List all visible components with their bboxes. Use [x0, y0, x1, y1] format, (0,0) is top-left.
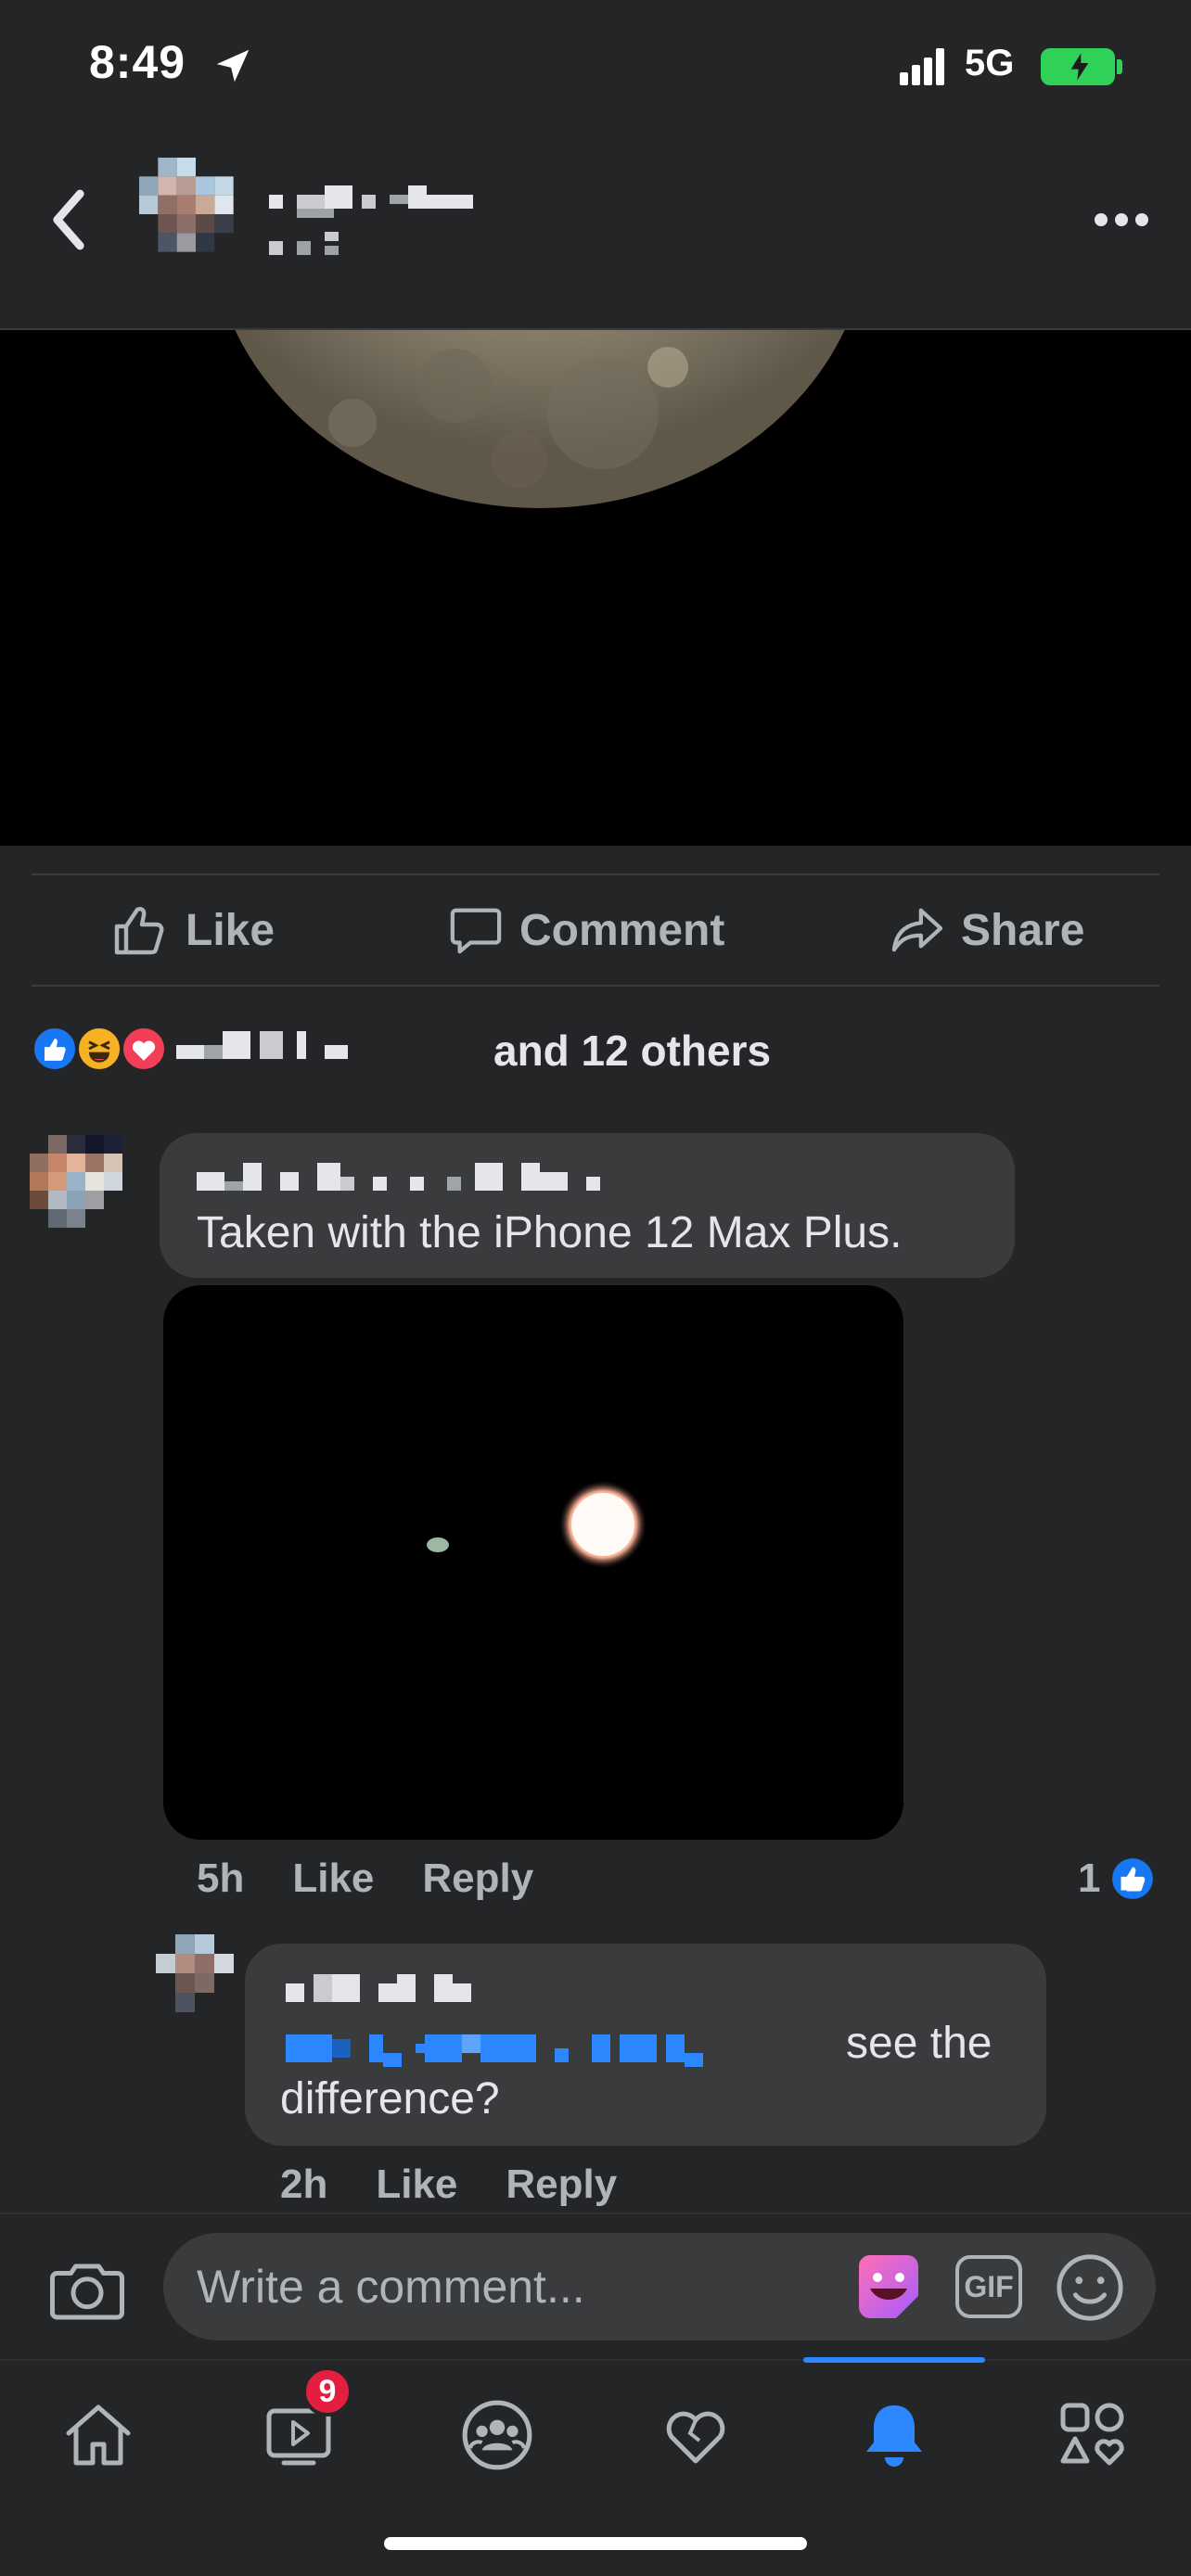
moon-night-photo — [427, 1480, 647, 1569]
post-action-bar: Like Comment Share — [32, 874, 1159, 987]
home-indicator[interactable] — [384, 2537, 807, 2550]
like-reaction-icon — [1110, 1856, 1156, 1901]
active-tab-indicator — [803, 2357, 985, 2363]
battery-cap — [1117, 59, 1122, 74]
comment-1-reply-button[interactable]: Reply — [422, 1855, 533, 1902]
gif-button[interactable]: GIF — [955, 2255, 1022, 2318]
comment-2-meta: 2h Like Reply — [280, 2159, 617, 2211]
network-label: 5G — [965, 43, 1015, 83]
facebook-post-comments-screen: 8:49 5G Like Comment Share and 12 others… — [0, 0, 1191, 2576]
post-header — [0, 139, 1191, 330]
like-reaction-icon — [32, 1026, 78, 1072]
poster-avatar-pixelated[interactable] — [139, 158, 252, 271]
comment-1-time: 5h — [197, 1855, 245, 1901]
comment-bubble-icon — [450, 908, 502, 954]
comment-label: Comment — [519, 905, 725, 955]
comment-1-like-count[interactable]: 1 — [1078, 1853, 1156, 1905]
location-arrow-icon — [216, 49, 250, 83]
comment-composer: GIF — [0, 2213, 1191, 2359]
reply-author-pixelated — [286, 1974, 471, 2002]
reactions-count-text: and 12 others — [493, 1027, 772, 1075]
comment-bubble-2[interactable]: see the difference? — [245, 1944, 1046, 2146]
like-label: Like — [186, 905, 275, 955]
menu-icon — [1060, 2403, 1124, 2466]
status-bar: 8:49 5G — [0, 0, 1191, 139]
reply-text-line2: difference? — [280, 2074, 500, 2123]
video-notification-badge: 9 — [302, 2366, 352, 2417]
avatar-sticker-icon[interactable] — [852, 2251, 926, 2326]
comment-text-1: Taken with the iPhone 12 Max Plus. — [197, 1208, 903, 1257]
share-arrow-icon — [891, 908, 943, 952]
commenter-avatar-pixelated[interactable] — [30, 1131, 141, 1250]
like-button[interactable]: Like — [113, 875, 275, 985]
chevron-left-icon[interactable] — [41, 187, 96, 252]
more-options-button[interactable] — [1095, 206, 1159, 234]
emoji-smiley-icon[interactable] — [1054, 2251, 1126, 2324]
reactor-names-pixelated — [176, 1031, 348, 1059]
tab-groups[interactable] — [432, 2379, 562, 2491]
mentioned-user-pixelated — [286, 2034, 703, 2067]
tab-dating[interactable] — [631, 2379, 761, 2491]
post-photo-moon[interactable] — [0, 330, 1191, 846]
tab-home[interactable] — [33, 2379, 163, 2491]
comment-author-pixelated — [197, 1163, 600, 1191]
moon-image — [235, 330, 845, 508]
share-label: Share — [961, 905, 1085, 955]
comment-bubble-1[interactable]: Taken with the iPhone 12 Max Plus. — [160, 1133, 1015, 1278]
status-time: 8:49 — [89, 36, 186, 88]
comment-1-like-button[interactable]: Like — [292, 1855, 374, 1902]
tab-notifications[interactable] — [829, 2379, 959, 2491]
groups-icon — [462, 2400, 532, 2470]
signal-icon — [900, 48, 944, 85]
comment-1-like-count-value: 1 — [1078, 1855, 1101, 1901]
reply-author-avatar-pixelated[interactable] — [156, 1934, 234, 2012]
comment-2-like-button[interactable]: Like — [376, 2162, 457, 2208]
share-button[interactable]: Share — [890, 875, 1084, 985]
love-reaction-icon — [121, 1026, 167, 1072]
notifications-bell-icon — [866, 2405, 922, 2467]
home-icon — [66, 2404, 131, 2466]
camera-icon[interactable] — [50, 2257, 124, 2322]
haha-reaction-icon — [76, 1026, 122, 1072]
poster-name-pixelated[interactable] — [269, 185, 584, 287]
comment-button[interactable]: Comment — [449, 875, 724, 985]
comment-photo-moon[interactable] — [163, 1285, 903, 1840]
tab-menu[interactable] — [1028, 2379, 1158, 2491]
thumbs-up-icon — [114, 907, 164, 955]
comment-2-reply-button[interactable]: Reply — [506, 2162, 617, 2208]
comment-1-meta: 5h Like Reply — [197, 1853, 533, 1905]
dating-heart-icon — [666, 2411, 725, 2464]
reply-text-line1: see the — [846, 2019, 992, 2068]
battery-charging-icon — [1041, 48, 1115, 85]
comment-2-time: 2h — [280, 2162, 328, 2207]
reactions-summary[interactable]: and 12 others — [32, 1018, 1159, 1078]
